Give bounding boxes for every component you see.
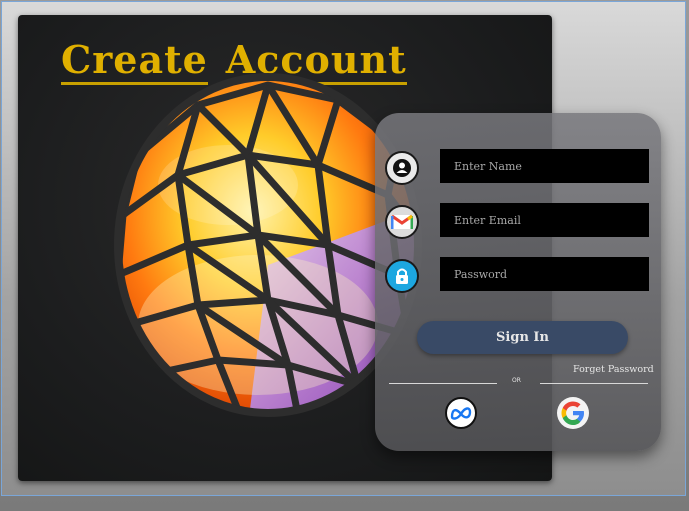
name-input[interactable] — [440, 149, 649, 183]
gmail-icon — [385, 205, 419, 239]
sign-in-button[interactable]: Sign In — [417, 321, 628, 354]
google-login-button[interactable] — [557, 397, 589, 429]
name-row — [385, 149, 651, 189]
meta-icon — [450, 407, 472, 420]
or-label: OR — [512, 377, 521, 384]
password-input[interactable] — [440, 257, 649, 291]
lock-icon — [385, 259, 419, 293]
email-input[interactable] — [440, 203, 649, 237]
email-row — [385, 203, 651, 243]
meta-login-button[interactable] — [445, 397, 477, 429]
divider-right — [540, 383, 648, 384]
password-row — [385, 257, 651, 297]
signup-panel: Sign In Forget Password OR — [375, 113, 661, 451]
user-icon — [385, 151, 419, 185]
divider-left — [389, 383, 497, 384]
google-icon — [561, 401, 584, 425]
app-frame: Create Account Enter Name Enter Email Si… — [1, 1, 686, 496]
forget-password-link[interactable]: Forget Password — [573, 364, 654, 375]
